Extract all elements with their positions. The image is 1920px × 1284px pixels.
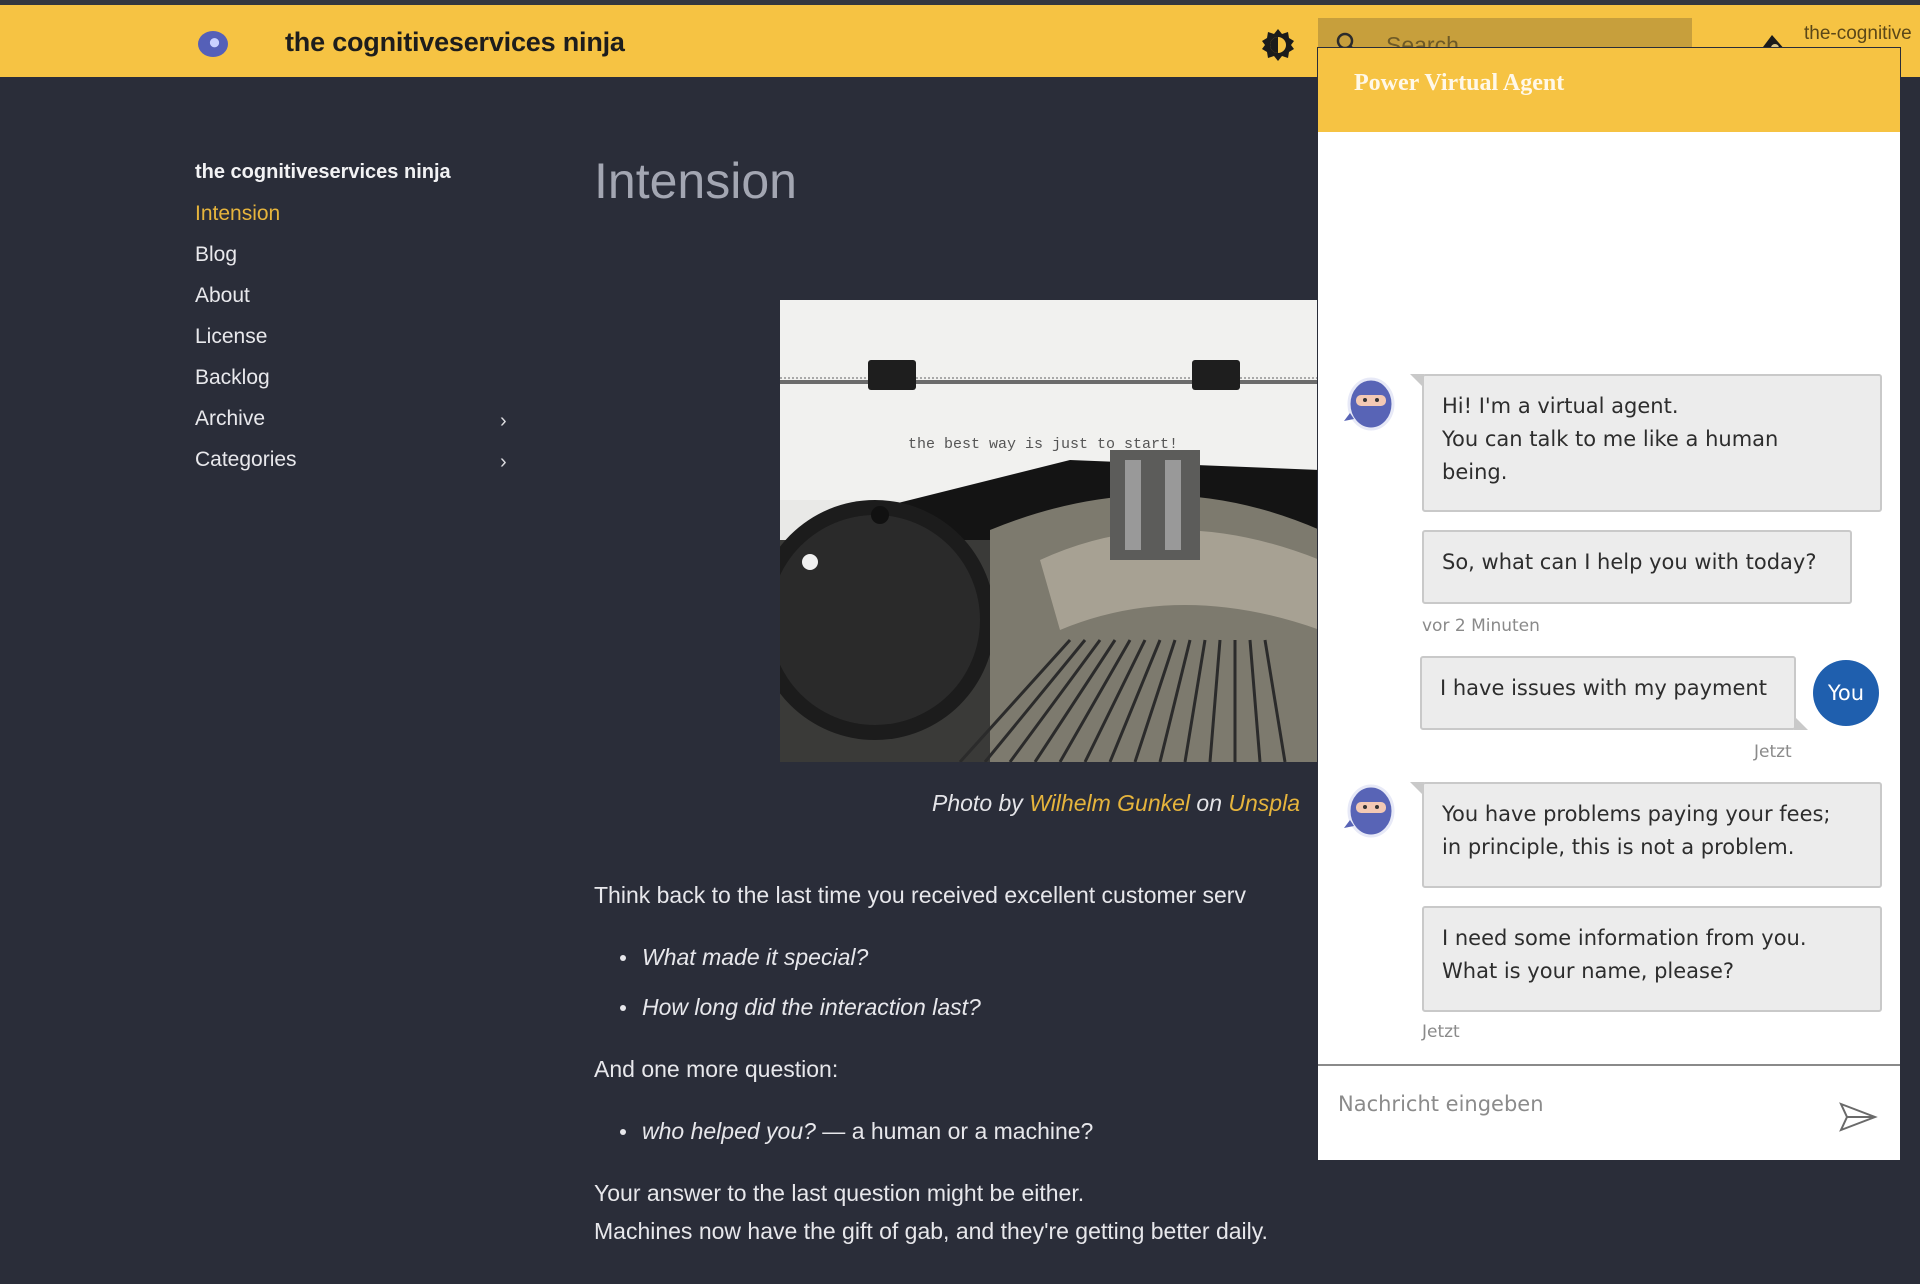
sidebar-item-about[interactable]: About — [195, 282, 525, 323]
list-item: What made it special? — [618, 932, 1354, 982]
sidebar-item-label: Categories — [195, 448, 297, 471]
bot-avatar-icon — [1344, 784, 1395, 838]
message-line: You can talk to me like a human — [1442, 427, 1779, 451]
user-message: I have issues with my payment — [1420, 656, 1808, 730]
message-input[interactable] — [1338, 1084, 1808, 1124]
last-question-list: who helped you? — a human or a machine? — [618, 1106, 1354, 1156]
repo-link[interactable]: the-cognitive — [1804, 23, 1912, 45]
list-item: who helped you? — a human or a machine? — [618, 1106, 1354, 1156]
message-line: I have issues with my payment — [1440, 676, 1767, 700]
message-timestamp: Jetzt — [1754, 742, 1792, 762]
message-line: You have problems paying your fees; — [1442, 802, 1831, 826]
site-title[interactable]: the cognitiveservices ninja — [285, 27, 625, 58]
sidebar-item-intension[interactable]: Intension — [195, 200, 525, 241]
sidebar-item-license[interactable]: License — [195, 323, 525, 364]
author-link[interactable]: Wilhelm Gunkel — [1029, 790, 1190, 816]
brightness-icon[interactable] — [1260, 27, 1296, 63]
chat-title: Power Virtual Agent — [1354, 70, 1565, 96]
sidebar-item-label: About — [195, 284, 250, 307]
sidebar-item-blog[interactable]: Blog — [195, 241, 525, 282]
bot-message: Hi! I'm a virtual agent. You can talk to… — [1410, 374, 1882, 512]
sidebar-item-label: Archive — [195, 407, 266, 430]
question-plain: — a human or a machine? — [815, 1118, 1094, 1144]
answer-line: Machines now have the gift of gab, and t… — [594, 1218, 1268, 1244]
list-item: How long did the interaction last? — [618, 982, 1354, 1032]
sidebar-item-backlog[interactable]: Backlog — [195, 364, 525, 405]
question-list: What made it special? How long did the i… — [618, 932, 1354, 1032]
photo-caption: Photo by Wilhelm Gunkel on Unspla — [932, 790, 1300, 817]
more-question-label: And one more question: — [594, 1056, 839, 1082]
sidebar-item-label: Backlog — [195, 366, 270, 389]
hero-image-typewriter: the best way is just to start! — [780, 300, 1320, 762]
chat-composer — [1318, 1064, 1900, 1160]
caption-prefix: Photo by — [932, 790, 1030, 816]
sidebar-item-archive[interactable]: Archive › — [195, 405, 525, 446]
chat-transcript[interactable]: Hi! I'm a virtual agent. You can talk to… — [1318, 132, 1900, 1064]
search-box[interactable] — [1318, 18, 1692, 50]
answer-line: Your answer to the last question might b… — [594, 1180, 1085, 1206]
bot-message: So, what can I help you with today? — [1422, 530, 1852, 604]
bot-avatar-icon — [1344, 377, 1395, 431]
message-line: I need some information from you. — [1442, 926, 1807, 950]
bot-message: I need some information from you. What i… — [1422, 906, 1882, 1012]
search-input[interactable] — [1386, 30, 1676, 50]
chat-header: Power Virtual Agent — [1318, 48, 1900, 132]
message-line: What is your name, please? — [1442, 959, 1735, 983]
sidebar-nav: the cognitiveservices ninja Intension Bl… — [195, 158, 525, 487]
message-timestamp: vor 2 Minuten — [1422, 616, 1540, 636]
sidebar-item-label: License — [195, 325, 268, 348]
ninja-logo-icon[interactable] — [198, 31, 228, 57]
source-link[interactable]: Unspla — [1228, 790, 1300, 816]
sidebar-item-label: Blog — [195, 243, 238, 266]
chevron-right-icon[interactable]: › — [500, 407, 507, 435]
message-line: So, what can I help you with today? — [1442, 550, 1817, 574]
message-timestamp: Jetzt — [1422, 1022, 1460, 1042]
message-line: Hi! I'm a virtual agent. — [1442, 394, 1679, 418]
message-line: in principle, this is not a problem. — [1442, 835, 1795, 859]
sidebar-title[interactable]: the cognitiveservices ninja — [195, 158, 525, 200]
intro-paragraph: Think back to the last time you received… — [594, 882, 1246, 908]
page-title: Intension — [594, 153, 797, 209]
send-icon[interactable] — [1838, 1100, 1878, 1134]
bot-message: You have problems paying your fees; in p… — [1410, 782, 1882, 888]
article-body: Think back to the last time you received… — [594, 876, 1354, 1250]
caption-middle: on — [1190, 790, 1229, 816]
sidebar-item-categories[interactable]: Categories › — [195, 446, 525, 487]
chat-widget: Power Virtual Agent Hi! I'm a virtual ag… — [1318, 48, 1900, 1160]
question-italic: who helped you? — [642, 1118, 816, 1144]
chevron-right-icon[interactable]: › — [500, 448, 507, 476]
message-line: being. — [1442, 460, 1508, 484]
sidebar-item-label: Intension — [195, 202, 281, 225]
user-avatar: You — [1813, 660, 1879, 726]
